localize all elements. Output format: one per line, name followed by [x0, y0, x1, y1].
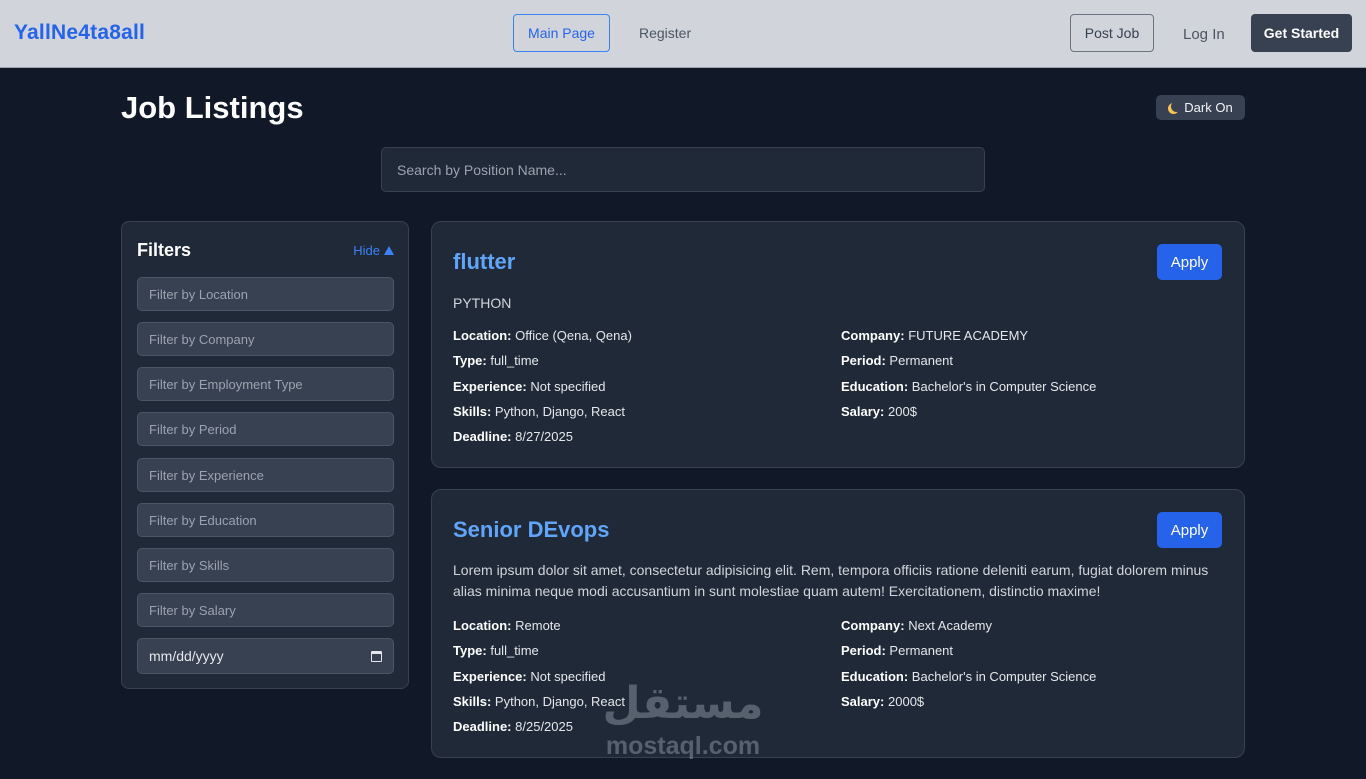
job-skills: Skills: Python, Django, React — [453, 404, 625, 419]
date-placeholder: mm/dd/yyyy — [149, 648, 224, 664]
dark-mode-label: Dark On — [1184, 100, 1233, 115]
caret-up-icon — [384, 246, 394, 255]
calendar-icon[interactable] — [371, 650, 382, 662]
job-salary: Salary: 2000$ — [841, 694, 925, 709]
job-type: Type: full_time — [453, 353, 539, 368]
job-period: Period: Permanent — [841, 643, 954, 658]
job-experience: Experience: Not specified — [453, 669, 606, 684]
job-description: Lorem ipsum dolor sit amet, consectetur … — [453, 562, 1209, 599]
filter-experience-input[interactable] — [137, 458, 394, 492]
filter-skills-input[interactable] — [137, 548, 394, 582]
job-skills: Skills: Python, Django, React — [453, 694, 625, 709]
job-company: Company: FUTURE ACADEMY — [841, 328, 1029, 343]
hide-filters-button[interactable]: Hide — [353, 243, 394, 258]
brand-logo[interactable]: YallNe4ta8all — [14, 21, 145, 45]
main-page-link[interactable]: Main Page — [513, 14, 610, 52]
page-title: Job Listings — [121, 90, 304, 125]
job-deadline: Deadline: 8/25/2025 — [453, 719, 573, 734]
log-in-link[interactable]: Log In — [1183, 26, 1225, 43]
job-card: Senior DEvops Apply Lorem ipsum dolor si… — [431, 489, 1245, 758]
filters-panel: Filters Hide mm/dd/yyyy — [121, 221, 409, 689]
post-job-button[interactable]: Post Job — [1070, 14, 1154, 52]
job-description: PYTHON — [453, 295, 512, 311]
job-location: Location: Remote — [453, 618, 561, 633]
dark-mode-toggle[interactable]: Dark On — [1156, 95, 1245, 120]
filter-company-input[interactable] — [137, 322, 394, 356]
job-period: Period: Permanent — [841, 353, 954, 368]
filter-deadline-date-input[interactable]: mm/dd/yyyy — [137, 638, 394, 674]
top-navbar: YallNe4ta8all Main Page Register Post Jo… — [0, 0, 1366, 68]
job-deadline: Deadline: 8/27/2025 — [453, 429, 573, 444]
get-started-button[interactable]: Get Started — [1251, 14, 1352, 52]
job-company: Company: Next Academy — [841, 618, 993, 633]
moon-icon — [1171, 101, 1182, 112]
job-card: flutter Apply PYTHON Location: Office (Q… — [431, 221, 1245, 468]
job-experience: Experience: Not specified — [453, 379, 606, 394]
job-type: Type: full_time — [453, 643, 539, 658]
job-title[interactable]: Senior DEvops — [453, 517, 609, 543]
filter-location-input[interactable] — [137, 277, 394, 311]
job-education: Education: Bachelor's in Computer Scienc… — [841, 379, 1097, 394]
filter-employment-type-input[interactable] — [137, 367, 394, 401]
register-link[interactable]: Register — [639, 25, 691, 41]
apply-button[interactable]: Apply — [1157, 512, 1222, 548]
job-title[interactable]: flutter — [453, 249, 515, 275]
apply-button[interactable]: Apply — [1157, 244, 1222, 280]
job-education: Education: Bachelor's in Computer Scienc… — [841, 669, 1097, 684]
job-location: Location: Office (Qena, Qena) — [453, 328, 632, 343]
filter-salary-input[interactable] — [137, 593, 394, 627]
job-salary: Salary: 200$ — [841, 404, 917, 419]
hide-filters-label: Hide — [353, 243, 380, 258]
filter-education-input[interactable] — [137, 503, 394, 537]
filter-period-input[interactable] — [137, 412, 394, 446]
search-input[interactable] — [381, 147, 985, 192]
filters-title: Filters — [137, 240, 192, 260]
